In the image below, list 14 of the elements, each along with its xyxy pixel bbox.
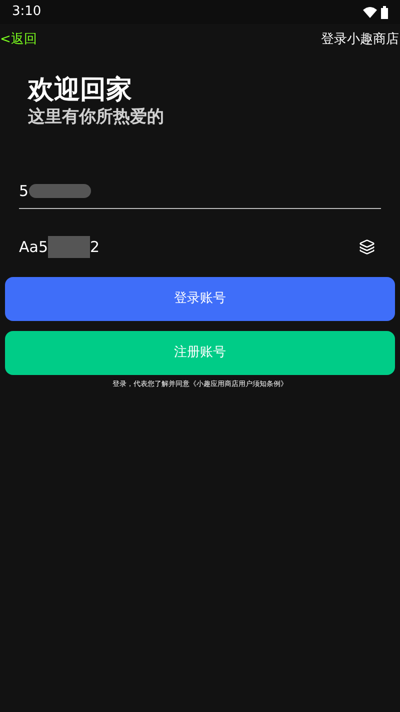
password-text: 2 bbox=[90, 236, 100, 258]
back-link[interactable]: <返回 bbox=[0, 30, 37, 50]
welcome-title: 欢迎回家 bbox=[28, 74, 132, 106]
page-title: 登录小趣商店 bbox=[321, 31, 400, 50]
battery-icon bbox=[381, 6, 388, 18]
username-field[interactable]: 5 bbox=[19, 180, 29, 202]
wifi-icon bbox=[363, 6, 377, 18]
status-time: 3:10 bbox=[12, 3, 42, 22]
welcome-subtitle: 这里有你所热爱的 bbox=[28, 106, 164, 128]
redaction-mark bbox=[48, 236, 90, 258]
password-field[interactable]: Aa5 bbox=[19, 236, 48, 258]
login-button[interactable]: 登录账号 bbox=[5, 277, 395, 321]
layers-icon[interactable] bbox=[359, 239, 375, 255]
redaction-mark bbox=[28, 184, 91, 198]
